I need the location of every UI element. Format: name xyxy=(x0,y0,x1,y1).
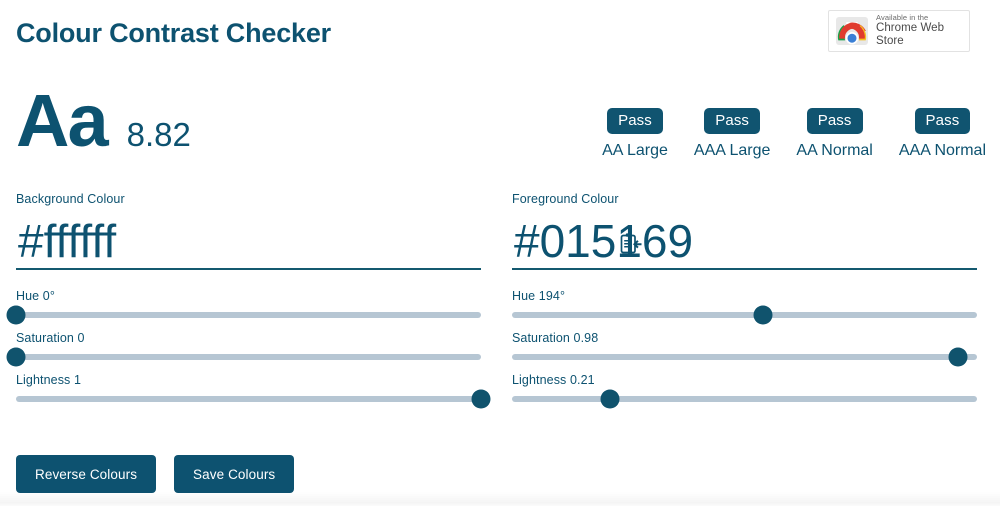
foreground-hex-input[interactable] xyxy=(512,215,1000,266)
status-badge: Pass xyxy=(914,108,971,134)
slider-thumb[interactable] xyxy=(6,347,26,367)
compliance-item-aaa-large: Pass AAA Large xyxy=(693,108,771,160)
foreground-lightness-slider[interactable] xyxy=(512,389,977,409)
background-saturation-label: Saturation 0 xyxy=(16,331,85,345)
background-saturation-slider[interactable] xyxy=(6,347,481,367)
slider-thumb[interactable] xyxy=(753,305,773,325)
foreground-lightness-slider-group: Lightness 0.21 xyxy=(512,373,977,409)
save-colours-button[interactable]: Save Colours xyxy=(174,455,295,493)
compliance-label: AAA Large xyxy=(693,142,771,159)
slider-thumb[interactable] xyxy=(6,305,26,325)
status-badge: Pass xyxy=(607,108,663,134)
background-lightness-slider-group: Lightness 1 xyxy=(16,373,491,409)
compliance-item-aa-large: Pass AA Large xyxy=(602,108,668,160)
background-hue-slider-group: Hue 0° xyxy=(6,289,481,325)
contrast-preview: Aa 8.82 xyxy=(16,84,191,158)
sample-text: Aa xyxy=(16,79,109,162)
compliance-item-aa-normal: Pass AA Normal xyxy=(796,108,873,160)
status-badge: Pass xyxy=(806,108,863,134)
foreground-lightness-label: Lightness 0.21 xyxy=(512,373,595,387)
page-header: Colour Contrast Checker Available in the xyxy=(16,10,984,66)
action-buttons: Reverse Colours Save Colours xyxy=(16,455,295,493)
cws-availability-text: Available in the xyxy=(876,12,929,22)
slider-thumb[interactable] xyxy=(600,389,620,409)
contrast-ratio-value: 8.82 xyxy=(126,116,191,153)
background-lightness-slider[interactable] xyxy=(16,389,491,409)
background-lightness-label: Lightness 1 xyxy=(16,373,82,387)
cws-store-name: Chrome Web Store xyxy=(876,22,945,48)
foreground-colour-label: Foreground Colour xyxy=(512,192,619,206)
reverse-colours-button[interactable]: Reverse Colours xyxy=(16,455,157,493)
background-hex-row xyxy=(16,208,642,270)
colour-contrast-checker-page: Colour Contrast Checker Available in the xyxy=(0,0,1000,506)
compliance-label: AA Large xyxy=(602,142,668,159)
foreground-hex-row xyxy=(512,208,1000,270)
foreground-saturation-slider-group: Saturation 0.98 xyxy=(512,331,977,367)
foreground-sliders: Hue 194° Saturation 0.98 Lightness 0.21 xyxy=(512,289,977,409)
foreground-colour-panel: Foreground Colour Hue 194° xyxy=(512,192,1000,415)
chrome-logo-icon xyxy=(835,16,869,46)
bottom-shadow xyxy=(0,492,1000,506)
compliance-label: AA Normal xyxy=(796,142,873,159)
compliance-label: AAA Normal xyxy=(898,142,986,159)
slider-thumb[interactable] xyxy=(471,389,491,409)
compliance-item-aaa-normal: Pass AAA Normal xyxy=(899,108,986,160)
background-colour-label: Background Colour xyxy=(16,192,125,206)
page-title: Colour Contrast Checker xyxy=(16,18,331,48)
background-sliders: Hue 0° Saturation 0 Lightness 1 xyxy=(6,289,491,409)
foreground-hue-slider[interactable] xyxy=(512,305,977,325)
foreground-hue-label: Hue 194° xyxy=(512,289,566,303)
chrome-web-store-text: Available in the Chrome Web Store xyxy=(876,12,963,48)
foreground-hue-slider-group: Hue 194° xyxy=(512,289,977,325)
foreground-saturation-slider[interactable] xyxy=(512,347,977,367)
foreground-saturation-label: Saturation 0.98 xyxy=(512,331,599,345)
background-hue-slider[interactable] xyxy=(6,305,481,325)
slider-thumb[interactable] xyxy=(948,347,968,367)
chrome-web-store-badge[interactable]: Available in the Chrome Web Store xyxy=(828,10,970,52)
background-hue-label: Hue 0° xyxy=(16,289,55,303)
background-saturation-slider-group: Saturation 0 xyxy=(6,331,481,367)
compliance-badges: Pass AA Large Pass AAA Large Pass AA Nor… xyxy=(602,108,986,160)
background-colour-panel: Background Colour Hue 0° xyxy=(6,192,642,415)
status-badge: Pass xyxy=(704,108,761,134)
